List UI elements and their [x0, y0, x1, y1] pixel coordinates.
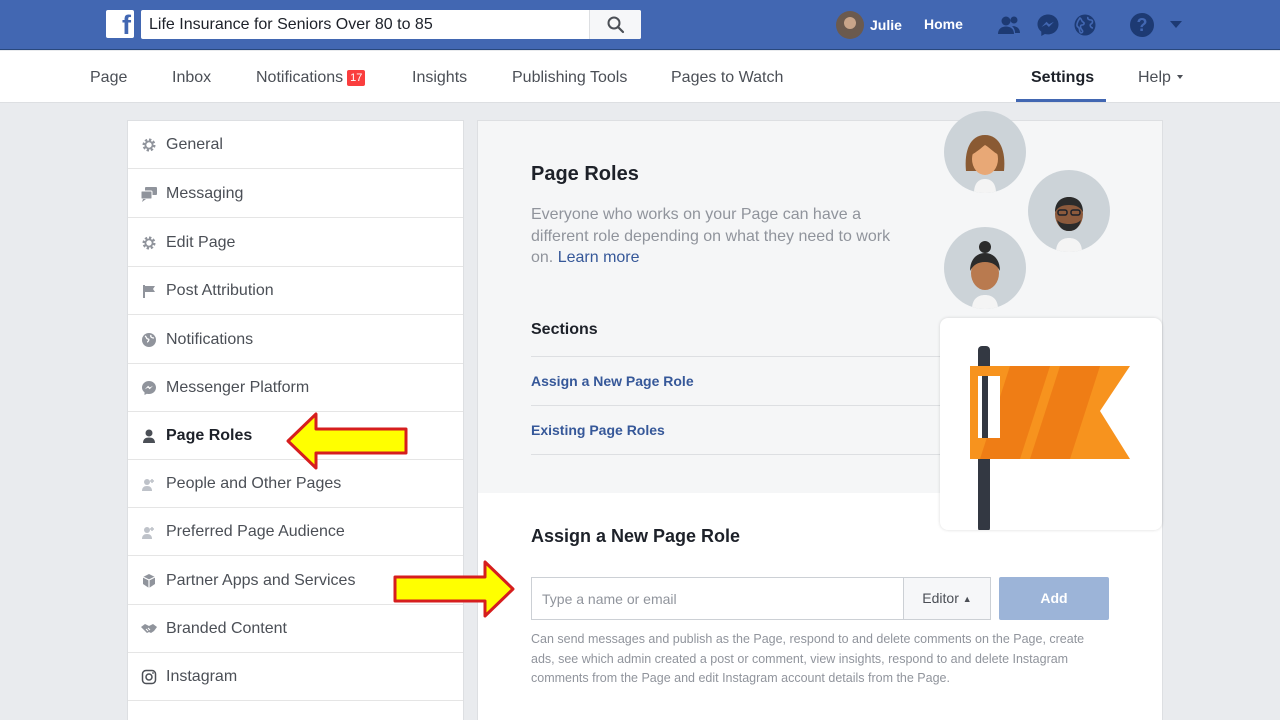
home-link[interactable]: Home — [924, 16, 963, 32]
user-profile-link[interactable]: Julie — [836, 11, 902, 39]
tab-notifications[interactable]: Notifications 17 — [256, 69, 366, 87]
globe-icon — [140, 331, 158, 349]
flag-icon — [140, 282, 158, 300]
page-nav: Page Inbox Notifications 17 Insights Publ… — [0, 51, 1280, 103]
sidebar-item-label: People and Other Pages — [166, 474, 342, 492]
tab-insights[interactable]: Insights — [412, 69, 467, 87]
page-roles-description: Everyone who works on your Page can have… — [531, 204, 901, 269]
user-name: Julie — [870, 17, 902, 33]
sidebar-item-messenger-platform[interactable]: Messenger Platform — [128, 364, 463, 412]
sidebar-item-edit-page[interactable]: Edit Page — [128, 219, 463, 267]
sidebar-item-label: Edit Page — [166, 233, 236, 251]
cube-icon — [140, 572, 158, 590]
tab-pages-to-watch[interactable]: Pages to Watch — [671, 69, 783, 87]
people-icon — [140, 523, 158, 541]
role-permissions-description: Can send messages and publish as the Pag… — [531, 632, 1085, 685]
tab-publishing-tools[interactable]: Publishing Tools — [512, 69, 627, 87]
sidebar-item-label: Page Roles — [166, 426, 253, 444]
role-select[interactable]: Editor ▲︎ — [903, 577, 991, 620]
section-link-assign-new-role[interactable]: Assign a New Page Role — [531, 356, 941, 405]
role-select-value: Editor — [922, 590, 959, 606]
sidebar-item-label: Messaging — [166, 184, 244, 202]
top-bar: f Julie Home ? — [0, 0, 1280, 50]
sidebar-item-label: Messenger Platform — [166, 378, 310, 396]
section-divider — [531, 454, 941, 455]
people-icon — [140, 475, 158, 493]
friend-requests-icon[interactable] — [997, 13, 1021, 37]
sidebar-item-post-attribution[interactable]: Post Attribution — [128, 267, 463, 315]
account-menu-chevron-down-icon[interactable] — [1170, 21, 1182, 28]
messenger-icon — [140, 379, 158, 397]
person-illustration-icon — [944, 111, 1026, 193]
page-roles-panel: Page Roles Everyone who works on your Pa… — [477, 111, 1163, 720]
sidebar-item-label: Branded Content — [166, 619, 287, 637]
active-tab-indicator — [1016, 99, 1106, 102]
sections-heading: Sections — [531, 321, 598, 338]
sidebar-item-label: Preferred Page Audience — [166, 522, 345, 540]
sidebar-item-label: Notifications — [166, 330, 254, 348]
person-illustration-icon — [944, 227, 1026, 309]
tab-page[interactable]: Page — [90, 69, 127, 87]
sidebar-item-general[interactable]: General — [128, 121, 463, 169]
gear-icon — [140, 136, 158, 154]
person-icon — [140, 427, 158, 445]
sort-arrows-icon: ▲︎ — [962, 594, 972, 604]
annotation-arrow-left-icon — [286, 412, 408, 470]
annotation-arrow-right-icon — [393, 560, 515, 618]
gear-icon — [140, 234, 158, 252]
tab-inbox[interactable]: Inbox — [172, 69, 211, 87]
sidebar-item-label: Instagram — [166, 667, 238, 685]
sidebar-item-label: Post Attribution — [166, 281, 274, 299]
sidebar-item-instagram[interactable]: Instagram — [128, 653, 463, 701]
avatar — [836, 11, 864, 39]
tab-help-label: Help — [1138, 69, 1171, 86]
sidebar-item-label: Partner Apps and Services — [166, 571, 356, 589]
sidebar-item-preferred-page-audience[interactable]: Preferred Page Audience — [128, 508, 463, 556]
tab-help[interactable]: Help — [1138, 69, 1183, 87]
globe-icon[interactable] — [1073, 13, 1097, 37]
handshake-icon — [140, 620, 158, 638]
sidebar-item-messaging[interactable]: Messaging — [128, 170, 463, 218]
name-or-email-input[interactable] — [531, 577, 903, 620]
facebook-logo-icon[interactable]: f — [106, 10, 134, 39]
person-illustration-icon — [1028, 170, 1110, 252]
messenger-icon[interactable] — [1036, 13, 1060, 37]
search-icon — [607, 16, 625, 34]
notifications-count-badge: 17 — [347, 70, 366, 86]
page-roles-flag-illustration — [940, 318, 1162, 530]
learn-more-link[interactable]: Learn more — [558, 249, 640, 266]
help-chevron-down-icon — [1176, 75, 1183, 79]
search-button[interactable] — [589, 10, 641, 39]
add-role-button[interactable]: Add — [999, 577, 1109, 620]
sidebar-item-notifications[interactable]: Notifications — [128, 316, 463, 364]
section-link-existing-roles[interactable]: Existing Page Roles — [531, 405, 941, 454]
instagram-icon — [140, 668, 158, 686]
speech-bubbles-icon — [140, 185, 158, 203]
help-icon[interactable]: ? — [1130, 13, 1154, 37]
tab-settings[interactable]: Settings — [1031, 69, 1094, 87]
search-input[interactable] — [141, 10, 591, 39]
sidebar-item-label: General — [166, 135, 223, 153]
tab-notifications-label: Notifications — [256, 69, 344, 86]
assign-role-title: Assign a New Page Role — [531, 526, 741, 546]
page-title: Page Roles — [531, 163, 639, 185]
search-box — [141, 10, 641, 39]
flag-icon — [970, 346, 1130, 530]
